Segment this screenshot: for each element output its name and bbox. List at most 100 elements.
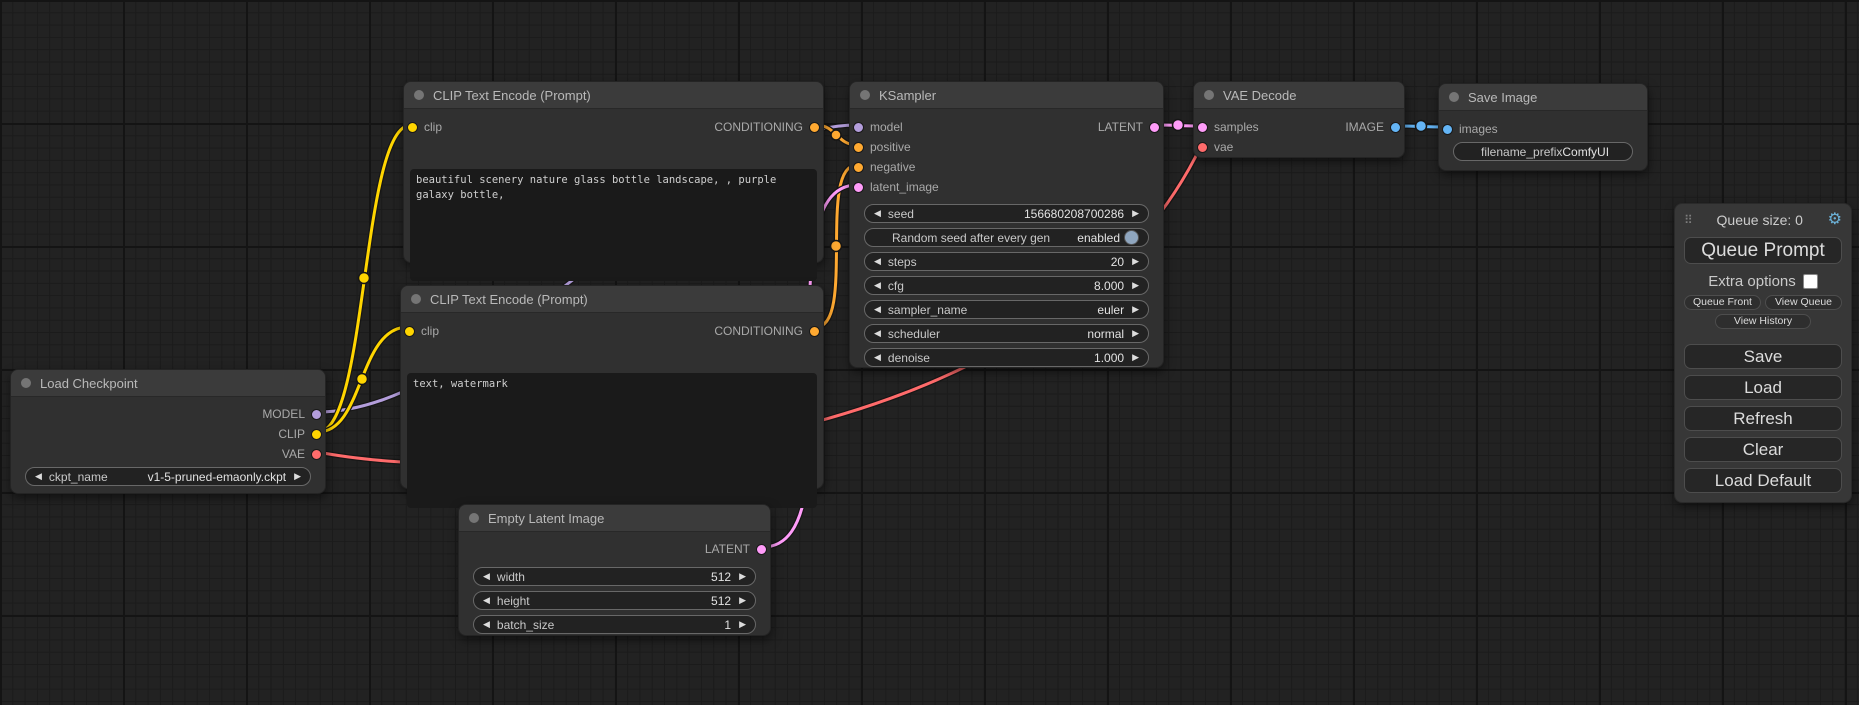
node-header[interactable]: CLIP Text Encode (Prompt) <box>401 286 823 313</box>
node-clip-text-encode-negative[interactable]: CLIP Text Encode (Prompt) clip CONDITION… <box>400 285 824 489</box>
node-save-image[interactable]: Save Image images filename_prefix ComfyU… <box>1438 83 1648 171</box>
increment-arrow-icon[interactable]: ▶ <box>1132 209 1139 218</box>
denoise-widget[interactable]: ◀ denoise 1.000 ▶ <box>864 348 1149 367</box>
batch-size-widget[interactable]: ◀ batch_size 1 ▶ <box>473 615 756 634</box>
load-button[interactable]: Load <box>1684 375 1842 400</box>
collapse-dot-icon[interactable] <box>1204 90 1214 100</box>
refresh-button[interactable]: Refresh <box>1684 406 1842 431</box>
latent-output-port[interactable] <box>1149 122 1160 133</box>
decrement-arrow-icon[interactable]: ◀ <box>483 620 490 629</box>
model-output-port[interactable] <box>311 409 322 420</box>
widget-label: seed <box>888 207 914 221</box>
random-seed-widget[interactable]: Random seed after every gen enabled <box>864 228 1149 247</box>
samples-input-port[interactable] <box>1197 122 1208 133</box>
port-label: images <box>1459 122 1498 136</box>
node-ksampler[interactable]: KSampler model LATENT positive negative … <box>849 81 1164 368</box>
node-graph-canvas[interactable]: Load Checkpoint MODEL CLIP VAE ◀ ckpt_na… <box>0 0 1859 705</box>
view-queue-button[interactable]: View Queue <box>1765 295 1842 310</box>
vae-output-port[interactable] <box>311 449 322 460</box>
widget-value: normal <box>1087 327 1124 341</box>
view-history-button[interactable]: View History <box>1715 314 1811 329</box>
steps-widget[interactable]: ◀ steps 20 ▶ <box>864 252 1149 271</box>
increment-arrow-icon[interactable]: ▶ <box>1132 257 1139 266</box>
node-load-checkpoint[interactable]: Load Checkpoint MODEL CLIP VAE ◀ ckpt_na… <box>10 369 326 494</box>
latent-output-port[interactable] <box>756 544 767 555</box>
node-header[interactable]: KSampler <box>850 82 1163 109</box>
port-label: model <box>870 120 903 134</box>
negative-input-port[interactable] <box>853 162 864 173</box>
save-button[interactable]: Save <box>1684 344 1842 369</box>
clip-input-port[interactable] <box>407 122 418 133</box>
collapse-dot-icon[interactable] <box>1449 92 1459 102</box>
widget-value: 156680208700286 <box>1024 207 1124 221</box>
cfg-widget[interactable]: ◀ cfg 8.000 ▶ <box>864 276 1149 295</box>
increment-arrow-icon[interactable]: ▶ <box>1132 329 1139 338</box>
vae-input-port[interactable] <box>1197 142 1208 153</box>
images-input-port[interactable] <box>1442 124 1453 135</box>
queue-panel[interactable]: ⠿ Queue size: 0 ⚙ Queue Prompt Extra opt… <box>1674 203 1852 503</box>
decrement-arrow-icon[interactable]: ◀ <box>874 329 881 338</box>
image-output-port[interactable] <box>1390 122 1401 133</box>
increment-arrow-icon[interactable]: ▶ <box>1132 353 1139 362</box>
increment-arrow-icon[interactable]: ▶ <box>739 572 746 581</box>
increment-arrow-icon[interactable]: ▶ <box>739 620 746 629</box>
node-header[interactable]: Load Checkpoint <box>11 370 325 397</box>
decrement-arrow-icon[interactable]: ◀ <box>35 472 42 481</box>
conditioning-output-port[interactable] <box>809 122 820 133</box>
clear-button[interactable]: Clear <box>1684 437 1842 462</box>
collapse-dot-icon[interactable] <box>469 513 479 523</box>
conditioning-output-port[interactable] <box>809 326 820 337</box>
filename-prefix-widget[interactable]: filename_prefix ComfyUI <box>1453 142 1633 161</box>
ckpt-name-widget[interactable]: ◀ ckpt_name v1-5-pruned-emaonly.ckpt ▶ <box>25 467 311 486</box>
widget-label: filename_prefix <box>1481 145 1562 159</box>
widget-value: 512 <box>711 594 731 608</box>
node-header[interactable]: CLIP Text Encode (Prompt) <box>404 82 823 109</box>
node-clip-text-encode-positive[interactable]: CLIP Text Encode (Prompt) clip CONDITION… <box>403 81 824 263</box>
collapse-dot-icon[interactable] <box>414 90 424 100</box>
increment-arrow-icon[interactable]: ▶ <box>1132 281 1139 290</box>
increment-arrow-icon[interactable]: ▶ <box>739 596 746 605</box>
node-header[interactable]: VAE Decode <box>1194 82 1404 109</box>
seed-widget[interactable]: ◀ seed 156680208700286 ▶ <box>864 204 1149 223</box>
prompt-textarea[interactable]: text, watermark <box>407 373 817 508</box>
sampler-name-widget[interactable]: ◀ sampler_name euler ▶ <box>864 300 1149 319</box>
node-header[interactable]: Save Image <box>1439 84 1647 111</box>
extra-options-checkbox[interactable] <box>1803 274 1818 289</box>
increment-arrow-icon[interactable]: ▶ <box>294 472 301 481</box>
decrement-arrow-icon[interactable]: ◀ <box>874 353 881 362</box>
decrement-arrow-icon[interactable]: ◀ <box>874 257 881 266</box>
decrement-arrow-icon[interactable]: ◀ <box>874 305 881 314</box>
latent-image-input-port[interactable] <box>853 182 864 193</box>
decrement-arrow-icon[interactable]: ◀ <box>483 596 490 605</box>
collapse-dot-icon[interactable] <box>860 90 870 100</box>
queue-prompt-button[interactable]: Queue Prompt <box>1684 237 1842 264</box>
collapse-dot-icon[interactable] <box>411 294 421 304</box>
scheduler-widget[interactable]: ◀ scheduler normal ▶ <box>864 324 1149 343</box>
decrement-arrow-icon[interactable]: ◀ <box>483 572 490 581</box>
decrement-arrow-icon[interactable]: ◀ <box>874 281 881 290</box>
drag-handle-icon[interactable]: ⠿ <box>1684 213 1692 227</box>
decrement-arrow-icon[interactable]: ◀ <box>874 209 881 218</box>
positive-input-port[interactable] <box>853 142 864 153</box>
settings-gear-icon[interactable]: ⚙ <box>1828 212 1842 228</box>
clip-input-port[interactable] <box>404 326 415 337</box>
model-input-port[interactable] <box>853 122 864 133</box>
clip-output-port[interactable] <box>311 429 322 440</box>
queue-size-label: Queue size: 0 <box>1692 212 1828 228</box>
node-title: Save Image <box>1468 90 1537 105</box>
increment-arrow-icon[interactable]: ▶ <box>1132 305 1139 314</box>
height-widget[interactable]: ◀ height 512 ▶ <box>473 591 756 610</box>
node-vae-decode[interactable]: VAE Decode samples IMAGE vae <box>1193 81 1405 158</box>
port-label: CONDITIONING <box>714 324 803 338</box>
collapse-dot-icon[interactable] <box>21 378 31 388</box>
queue-front-button[interactable]: Queue Front <box>1684 295 1761 310</box>
output-row-vae: VAE <box>11 444 325 464</box>
width-widget[interactable]: ◀ width 512 ▶ <box>473 567 756 586</box>
node-header[interactable]: Empty Latent Image <box>459 505 770 532</box>
input-row-positive: positive <box>850 137 1163 157</box>
prompt-textarea[interactable]: beautiful scenery nature glass bottle la… <box>410 169 817 281</box>
port-label: CONDITIONING <box>714 120 803 134</box>
load-default-button[interactable]: Load Default <box>1684 468 1842 493</box>
toggle-knob-icon[interactable] <box>1124 230 1139 245</box>
node-empty-latent-image[interactable]: Empty Latent Image LATENT ◀ width 512 ▶ … <box>458 504 771 636</box>
